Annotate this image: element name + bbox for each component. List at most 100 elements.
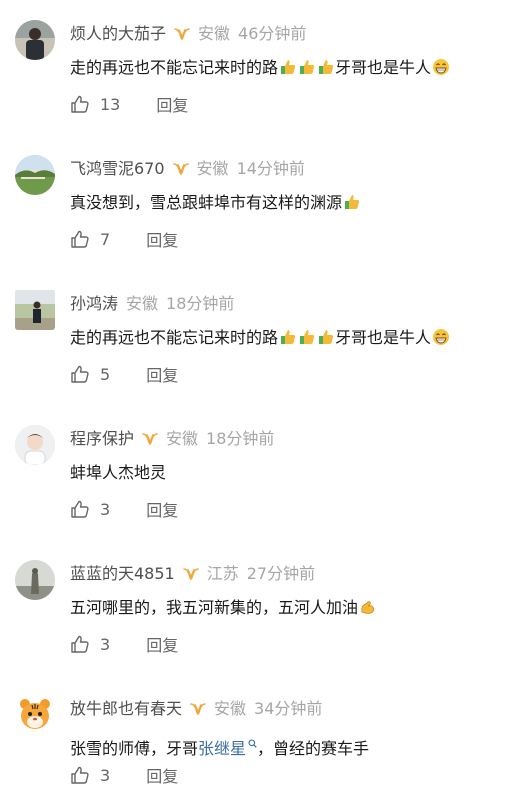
comment-text-part: 真没想到，雪总跟蚌埠市有这样的渊源 xyxy=(70,193,343,212)
thumbs-up-icon xyxy=(343,193,361,218)
like-button[interactable]: 3 xyxy=(70,765,110,785)
avatar-statue-icon xyxy=(15,560,55,600)
location: 安徽 xyxy=(198,24,231,43)
comment-text-part: 蚌埠人杰地灵 xyxy=(70,463,167,482)
thumbs-up-icon xyxy=(298,58,316,83)
like-button[interactable]: 3 xyxy=(70,634,110,654)
vip-badge-icon xyxy=(174,27,190,41)
avatar[interactable] xyxy=(15,155,55,195)
reply-button[interactable]: 回复 xyxy=(146,362,178,386)
like-button[interactable]: 3 xyxy=(70,499,110,519)
thumbs-up-outline-icon xyxy=(71,635,89,653)
username[interactable]: 程序保护 xyxy=(70,427,134,451)
thumbs-up-icon xyxy=(298,328,316,353)
comment-header: 烦人的大茄子 安徽 46分钟前 xyxy=(70,22,306,46)
comment-header: 飞鸿雪泥670 安徽 14分钟前 xyxy=(70,157,305,181)
reply-button[interactable]: 回复 xyxy=(146,632,178,656)
reply-button[interactable]: 回复 xyxy=(146,763,178,787)
location: 安徽 xyxy=(126,294,159,313)
comment-meta: 安徽 14分钟前 xyxy=(197,157,305,181)
thumbs-up-outline-icon xyxy=(71,230,89,248)
username[interactable]: 蓝蓝的天4851 xyxy=(70,562,175,586)
like-count: 3 xyxy=(100,634,111,654)
comment-text: 张雪的师傅，牙哥张继星 ，曾经的赛车手 xyxy=(70,731,369,761)
avatar-tiger-icon xyxy=(15,695,55,735)
muscle-icon xyxy=(359,598,377,623)
vip-badge-icon xyxy=(142,432,158,446)
comment-item: 蓝蓝的天4851 江苏 27分钟前 五河哪里的，我五河新集的，五河人加油 3 回复 xyxy=(0,540,510,675)
comment-item: 放牛郎也有春天 安徽 34分钟前 张雪的师傅，牙哥张继星 ，曾经的赛车手 3 回复 xyxy=(0,675,510,790)
location: 安徽 xyxy=(166,429,199,448)
comment-item: 烦人的大茄子 安徽 46分钟前 走的再远也不能忘记来时的路 牙哥也是牛人 13 回复 xyxy=(0,0,510,135)
comment-text: 走的再远也不能忘记来时的路 牙哥也是牛人 xyxy=(70,326,450,353)
comment-header: 程序保护 安徽 18分钟前 xyxy=(70,427,274,451)
comment-text-part: 牙哥也是牛人 xyxy=(335,58,432,77)
comment-actions: 3 回复 xyxy=(70,632,178,656)
like-count: 5 xyxy=(100,364,111,384)
avatar-person-icon xyxy=(15,20,55,60)
comment-meta: 江苏 27分钟前 xyxy=(207,562,315,586)
comment-header: 放牛郎也有春天 安徽 34分钟前 xyxy=(70,697,322,721)
location: 安徽 xyxy=(214,699,247,718)
username[interactable]: 烦人的大茄子 xyxy=(70,22,166,46)
comment-text: 蚌埠人杰地灵 xyxy=(70,461,166,485)
reply-button[interactable]: 回复 xyxy=(146,497,178,521)
reply-button[interactable]: 回复 xyxy=(156,92,188,116)
comment-text-part: ，曾经的赛车手 xyxy=(257,739,370,758)
reply-button[interactable]: 回复 xyxy=(146,227,178,251)
timestamp: 18分钟前 xyxy=(166,294,235,313)
username[interactable]: 放牛郎也有春天 xyxy=(70,697,182,721)
thumbs-up-outline-icon xyxy=(71,766,89,784)
like-button[interactable]: 13 xyxy=(70,94,120,114)
like-button[interactable]: 7 xyxy=(70,229,110,249)
location: 安徽 xyxy=(196,159,229,178)
comment-text-part: 走的再远也不能忘记来时的路 xyxy=(70,328,279,347)
comment-header: 蓝蓝的天4851 江苏 27分钟前 xyxy=(70,562,315,586)
comment-item: 飞鸿雪泥670 安徽 14分钟前 真没想到，雪总跟蚌埠市有这样的渊源 7 回复 xyxy=(0,135,510,270)
avatar[interactable] xyxy=(15,425,55,465)
vip-badge-icon xyxy=(190,702,206,716)
comment-text: 走的再远也不能忘记来时的路 牙哥也是牛人 xyxy=(70,56,450,83)
avatar-child-icon xyxy=(15,425,55,465)
grin-icon xyxy=(432,328,450,353)
comment-text: 真没想到，雪总跟蚌埠市有这样的渊源 xyxy=(70,191,361,218)
username[interactable]: 孙鸿涛 xyxy=(70,292,118,316)
avatar-landscape-icon xyxy=(15,155,55,195)
avatar[interactable] xyxy=(15,560,55,600)
comment-meta: 安徽 34分钟前 xyxy=(214,697,322,721)
comment-item: 孙鸿涛 安徽 18分钟前 走的再远也不能忘记来时的路 牙哥也是牛人 5 回复 xyxy=(0,270,510,405)
like-count: 3 xyxy=(100,499,111,519)
comment-meta: 安徽 46分钟前 xyxy=(198,22,306,46)
comment-list: 烦人的大茄子 安徽 46分钟前 走的再远也不能忘记来时的路 牙哥也是牛人 13 回复 xyxy=(0,0,510,790)
search-icon[interactable] xyxy=(248,731,257,755)
comment-text: 五河哪里的，我五河新集的，五河人加油 xyxy=(70,596,377,623)
avatar[interactable] xyxy=(15,695,55,735)
like-count: 7 xyxy=(100,229,111,249)
timestamp: 14分钟前 xyxy=(236,159,305,178)
comment-text-part: 牙哥也是牛人 xyxy=(335,328,432,347)
search-keyword-link[interactable]: 张继星 xyxy=(198,739,246,758)
timestamp: 46分钟前 xyxy=(238,24,307,43)
avatar[interactable] xyxy=(15,20,55,60)
timestamp: 18分钟前 xyxy=(206,429,275,448)
comment-text-part: 张雪的师傅，牙哥 xyxy=(70,739,199,758)
comment-meta: 安徽 18分钟前 xyxy=(126,292,234,316)
comment-actions: 3 回复 xyxy=(70,497,178,521)
like-button[interactable]: 5 xyxy=(70,364,110,384)
comment-actions: 7 回复 xyxy=(70,227,178,251)
thumbs-up-icon xyxy=(279,58,297,83)
avatar[interactable] xyxy=(15,290,55,330)
comment-actions: 3 回复 xyxy=(70,763,178,787)
like-count: 13 xyxy=(100,94,121,114)
comment-header: 孙鸿涛 安徽 18分钟前 xyxy=(70,292,234,316)
location: 江苏 xyxy=(206,564,239,583)
grin-icon xyxy=(432,58,450,83)
thumbs-up-outline-icon xyxy=(71,500,89,518)
comment-actions: 13 回复 xyxy=(70,92,188,116)
comment-actions: 5 回复 xyxy=(70,362,178,386)
thumbs-up-outline-icon xyxy=(71,95,89,113)
comment-meta: 安徽 18分钟前 xyxy=(166,427,274,451)
thumbs-up-icon xyxy=(279,328,297,353)
username[interactable]: 飞鸿雪泥670 xyxy=(70,157,165,181)
comment-item: 程序保护 安徽 18分钟前 蚌埠人杰地灵 3 回复 xyxy=(0,405,510,540)
